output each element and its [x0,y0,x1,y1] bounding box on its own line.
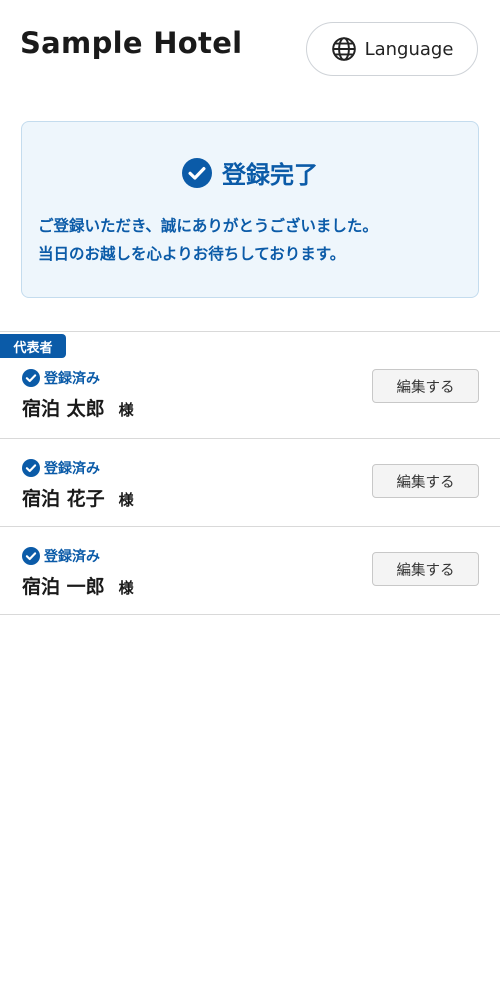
guest-row: 登録済み 宿泊 花子 様 編集する [0,439,500,527]
notice-message-line-1: ご登録いただき、誠にありがとうございました。 [38,217,378,235]
guest-name-line: 宿泊 花子 様 [22,484,134,511]
status-label: 登録済み [44,371,100,387]
edit-button[interactable]: 編集する [372,369,479,403]
language-label: Language [364,38,454,60]
hotel-title: Sample Hotel [20,26,243,60]
guest-name: 宿泊 太郎 [22,398,105,420]
check-circle-icon [22,547,40,565]
guest-name-line: 宿泊 太郎 様 [22,394,134,421]
representative-tag: 代表者 [0,334,66,358]
registration-status: 登録済み [22,546,100,566]
guest-row: 登録済み 宿泊 一郎 様 編集する [0,527,500,615]
check-circle-icon [22,369,40,387]
edit-button[interactable]: 編集する [372,464,479,498]
globe-icon [331,36,357,62]
honorific: 様 [118,401,134,419]
header: Sample Hotel Language [0,0,500,100]
registration-complete-notice: 登録完了 ご登録いただき、誠にありがとうございました。 当日のお越しを心よりお待… [21,121,479,298]
notice-message-line-2: 当日のお越しを心よりお待ちしております。 [38,245,346,263]
guest-name: 宿泊 花子 [22,488,105,510]
guest-name: 宿泊 一郎 [22,576,105,598]
honorific: 様 [118,579,134,597]
registration-status: 登録済み [22,368,100,388]
edit-button[interactable]: 編集する [372,552,479,586]
check-circle-icon [22,459,40,477]
check-circle-icon [182,157,212,188]
honorific: 様 [118,491,134,509]
status-label: 登録済み [44,549,100,565]
guest-name-line: 宿泊 一郎 様 [22,572,134,599]
notice-title-row: 登録完了 [22,155,478,190]
guest-list: 代表者 登録済み 宿泊 太郎 様 編集する 登録済み 宿泊 花子 様 編集する … [0,331,500,615]
registration-status: 登録済み [22,458,100,478]
notice-message: ご登録いただき、誠にありがとうございました。 当日のお越しを心よりお待ちしており… [38,212,378,268]
guest-row: 代表者 登録済み 宿泊 太郎 様 編集する [0,332,500,439]
status-label: 登録済み [44,461,100,477]
language-button[interactable]: Language [306,22,478,76]
notice-title: 登録完了 [222,161,318,189]
